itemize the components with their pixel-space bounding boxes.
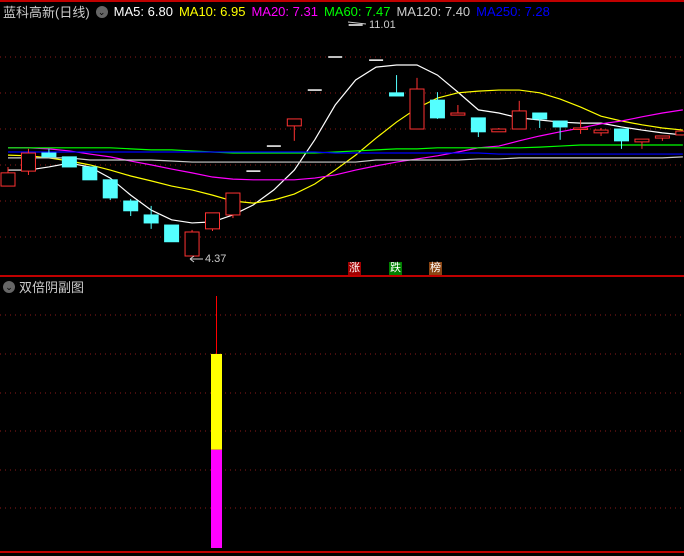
candle [286,118,302,141]
ma5-line [8,64,683,224]
candle-body [184,231,200,257]
candle [634,138,650,149]
candle-body [389,92,405,97]
ma60-label: MA60: 7.47 [323,4,391,19]
candle [164,224,180,243]
candle-body [491,128,507,133]
sub-panel-title[interactable]: 双倍阴副图 [19,277,84,296]
candle [41,148,57,158]
candle-body [511,110,527,130]
candle-body [532,112,548,120]
candle [143,205,159,229]
candle-body [123,200,139,212]
candle-body [41,152,57,158]
candle-body [450,112,466,116]
dropdown-chevron-icon[interactable]: ⌄ [3,280,15,293]
candle [184,229,200,257]
high-arrow-icon [347,21,367,25]
candle-body [593,129,609,134]
candle-body [614,128,629,142]
candle-body [0,172,16,187]
sub-panel-header: ⌄ 双倍阴副图 [3,277,84,296]
candle [225,192,241,219]
ma120-label: MA120: 7.40 [396,4,471,19]
candle-body [552,120,568,128]
candle-body [409,88,425,130]
candle [491,127,507,133]
ma-lines [7,64,683,224]
candle-body [286,118,302,127]
candle-body [675,130,684,136]
indicator-bar-magenta [211,449,222,548]
candle-body [429,99,445,119]
candle [205,212,220,231]
candle [20,148,36,175]
ma250-label: MA250: 7.28 [476,4,550,19]
chart-header: 蓝科高新(日线) ⌄ MA5: 6.80 MA10: 6.95 MA20: 7.… [3,2,556,21]
tag-fall[interactable]: 跌 [389,262,402,275]
grid [0,56,684,509]
ma10-label: MA10: 6.95 [178,4,246,19]
candle [123,198,139,216]
candle-body [143,214,159,224]
candle [82,166,98,181]
sub-indicator [211,296,222,548]
low-arrow-icon [189,255,203,263]
tag-rise[interactable]: 涨 [348,262,361,275]
candle-body [102,179,118,199]
candle [470,117,486,138]
candle-body [573,127,589,130]
candle [61,156,77,168]
ma20-label: MA20: 7.31 [251,4,318,19]
candle-body [634,138,650,143]
candle [450,105,466,116]
ma250-line [8,151,683,155]
ma5-label: MA5: 6.80 [113,4,173,19]
candle [511,100,527,130]
kline-chart[interactable] [0,0,684,556]
tag-rank[interactable]: 榜 [429,262,442,275]
candle-body [470,117,486,133]
candle [389,75,405,97]
candle [675,130,684,136]
high-price-label: 11.01 [369,19,396,31]
ma120-line [8,156,683,163]
candle [654,135,670,141]
candle-body [164,224,180,243]
low-price-label: 4.37 [205,253,227,265]
candle [614,128,629,149]
stock-title[interactable]: 蓝科高新(日线) [3,2,90,21]
candle [102,179,118,200]
candle-body [225,192,241,216]
candle [409,77,425,130]
candle-body [61,156,77,168]
candle-body [205,212,220,230]
candle-body [654,135,670,139]
candles [0,24,684,257]
candle [429,92,445,119]
candle-body [82,166,98,181]
candle-body [20,152,36,172]
dropdown-chevron-icon[interactable]: ⌄ [95,5,108,18]
indicator-bar-yellow [211,353,222,450]
